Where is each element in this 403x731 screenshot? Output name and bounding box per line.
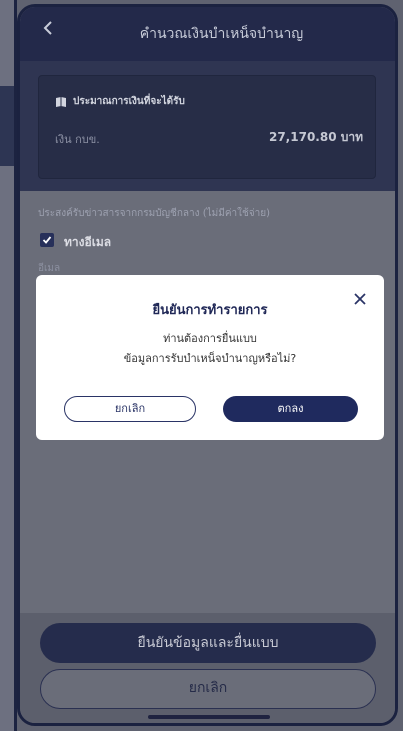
dialog-message-line1: ท่านต้องการยื่นแบบ	[163, 332, 257, 345]
card-title-row: ประมาณการเงินที่จะได้รับ	[55, 94, 185, 109]
fund-label: เงิน กบข.	[55, 133, 100, 146]
chevron-left-icon	[43, 21, 52, 35]
check-icon	[42, 236, 52, 244]
checkbox-label: ทางอีเมล	[64, 235, 112, 249]
book-icon	[56, 96, 66, 107]
consent-text: ประสงค์รับข่าวสารจากกรมบัญชีกลาง (ไม่มีค…	[38, 208, 271, 219]
email-checkbox[interactable]	[40, 233, 54, 247]
back-button[interactable]	[42, 19, 54, 39]
email-field-label: อีเมล	[38, 263, 61, 274]
adjacent-screen-edge	[0, 0, 17, 731]
dialog-ok-button[interactable]: ตกลง	[223, 396, 358, 422]
close-button[interactable]	[350, 289, 370, 309]
close-icon	[354, 293, 366, 305]
app-header: คำนวณเงินบำเหน็จบำนาญ	[20, 7, 395, 61]
dialog-title: ยืนยันการทำรายการ	[152, 303, 268, 318]
dialog-message-line2: ข้อมูลการรับบำเหน็จบำนาญหรือไม่?	[123, 352, 297, 365]
dialog-cancel-button[interactable]: ยกเลิก	[64, 396, 196, 422]
cancel-button[interactable]: ยกเลิก	[40, 669, 376, 709]
confirm-submit-button[interactable]: ยืนยันข้อมูลและยื่นแบบ	[40, 623, 376, 663]
phone-screen: คำนวณเงินบำเหน็จบำนาญ ประมาณการเงินที่จะ…	[17, 4, 398, 726]
fund-amount: 27,170.80 บาท	[268, 130, 363, 144]
home-indicator	[148, 715, 270, 719]
card-title: ประมาณการเงินที่จะได้รับ	[73, 96, 185, 107]
confirm-dialog: ยืนยันการทำรายการ ท่านต้องการยื่นแบบ ข้อ…	[36, 275, 384, 440]
page-title: คำนวณเงินบำเหน็จบำนาญ	[139, 26, 304, 42]
adjacent-screen-header	[0, 86, 14, 166]
estimate-card: ประมาณการเงินที่จะได้รับ เงิน กบข. 27,17…	[38, 75, 376, 179]
